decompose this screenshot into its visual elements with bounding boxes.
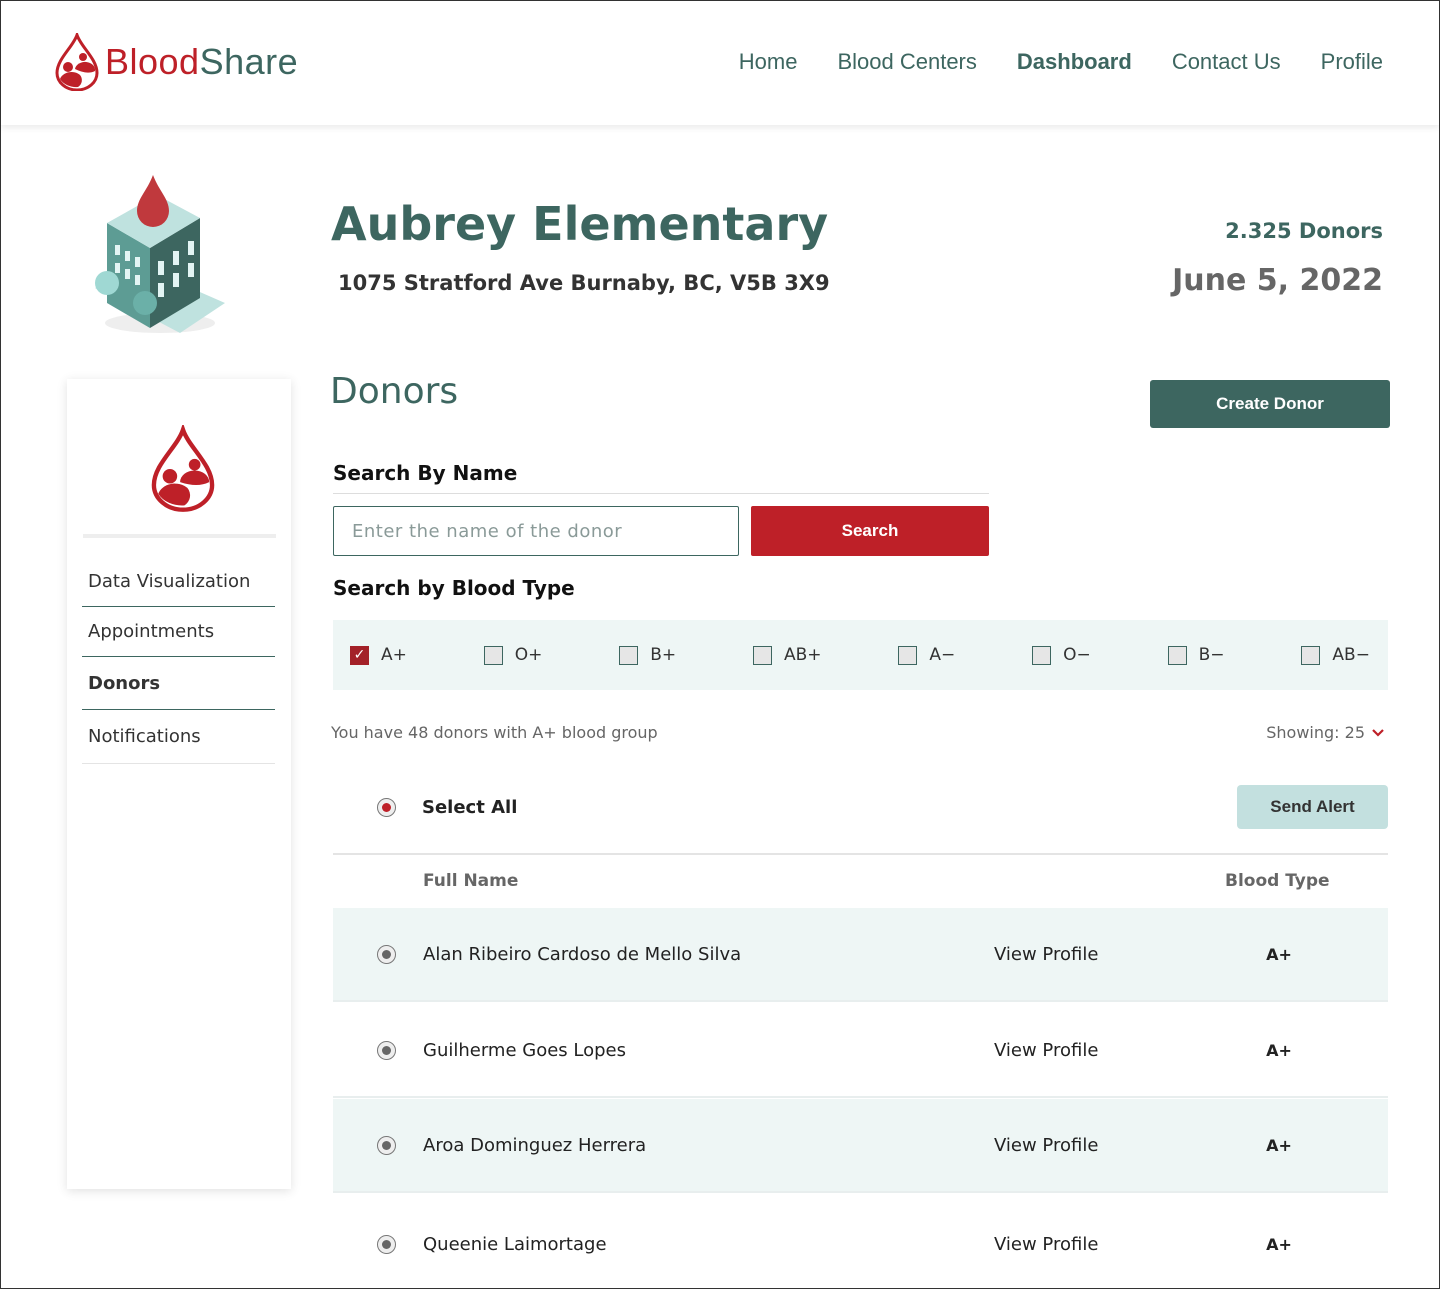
blood-type-o-neg[interactable]: O− (1032, 645, 1091, 665)
blood-type-o-pos[interactable]: O+ (483, 645, 542, 665)
sidebar-item-appointments[interactable]: Appointments (82, 607, 275, 657)
nav-contact-us[interactable]: Contact Us (1172, 49, 1281, 75)
blood-type: A+ (1266, 944, 1292, 964)
blood-type: A+ (1266, 1135, 1292, 1155)
nav-profile[interactable]: Profile (1321, 49, 1383, 75)
main-nav: Home Blood Centers Dashboard Contact Us … (739, 49, 1383, 75)
center-name: Aubrey Elementary (331, 197, 829, 251)
sidebar-item-donors[interactable]: Donors (82, 657, 275, 710)
sidebar-item-data-visualization[interactable]: Data Visualization (82, 557, 275, 607)
send-alert-button[interactable]: Send Alert (1237, 785, 1388, 829)
divider (333, 853, 1388, 855)
blood-type-ab-neg[interactable]: AB− (1301, 645, 1370, 665)
divider (333, 493, 989, 494)
chevron-down-icon (1372, 728, 1384, 737)
header: BloodShare Home Blood Centers Dashboard … (1, 1, 1439, 125)
table-row: Queenie Laimortage View Profile A+ (333, 1197, 1388, 1291)
donors-heading: Donors (330, 371, 459, 412)
search-button[interactable]: Search (751, 506, 989, 556)
blood-type-ab-pos[interactable]: AB+ (753, 645, 822, 665)
search-by-blood-type-heading: Search by Blood Type (333, 576, 575, 600)
row-radio[interactable] (377, 1234, 396, 1254)
table-row: Alan Ribeiro Cardoso de Mello Silva View … (333, 908, 1388, 1002)
checkbox[interactable] (483, 645, 503, 665)
donor-name: Queenie Laimortage (423, 1233, 607, 1255)
blood-type: A+ (1266, 1234, 1292, 1254)
checkbox[interactable] (898, 645, 918, 665)
view-profile-link[interactable]: View Profile (994, 1040, 1244, 1061)
view-profile-link[interactable]: View Profile (994, 1234, 1244, 1255)
donor-name: Alan Ribeiro Cardoso de Mello Silva (423, 943, 742, 965)
result-info: You have 48 donors with A+ blood group (331, 723, 658, 742)
blood-type-a-pos[interactable]: ✓ A+ (350, 645, 407, 665)
table-row: Aroa Dominguez Herrera View Profile A+ (333, 1099, 1388, 1193)
row-radio[interactable] (377, 1040, 396, 1060)
center-address: 1075 Stratford Ave Burnaby, BC, V5B 3X9 (338, 271, 830, 295)
create-donor-button[interactable]: Create Donor (1150, 380, 1390, 428)
donor-name: Guilherme Goes Lopes (423, 1039, 626, 1061)
column-header-full-name: Full Name (423, 871, 519, 891)
logo[interactable]: BloodShare (55, 33, 298, 91)
table-row: Guilherme Goes Lopes View Profile A+ (333, 1004, 1388, 1098)
row-radio[interactable] (377, 1135, 396, 1155)
showing-dropdown[interactable]: Showing: 25 (1266, 723, 1385, 742)
sidebar: Data Visualization Appointments Donors N… (67, 379, 291, 1189)
blood-type-filter: ✓ A+ O+ B+ AB+ A− O− B− AB− (333, 620, 1388, 690)
blood-type-b-pos[interactable]: B+ (619, 645, 676, 665)
row-radio[interactable] (377, 944, 396, 964)
checkbox[interactable] (1032, 645, 1052, 665)
view-profile-link[interactable]: View Profile (994, 944, 1244, 965)
divider (83, 534, 276, 538)
blood-type: A+ (1266, 1040, 1292, 1060)
date: June 5, 2022 (1172, 263, 1383, 298)
search-by-name-heading: Search By Name (333, 461, 518, 485)
donor-count: 2.325 Donors (1225, 219, 1383, 243)
donor-name: Aroa Dominguez Herrera (423, 1134, 647, 1156)
blood-type-b-neg[interactable]: B− (1167, 645, 1225, 665)
nav-blood-centers[interactable]: Blood Centers (837, 49, 976, 75)
select-all-radio[interactable] (377, 798, 396, 817)
building-icon (95, 175, 225, 333)
checkbox-checked[interactable]: ✓ (350, 645, 369, 665)
checkbox[interactable] (1301, 645, 1321, 665)
checkbox[interactable] (1167, 645, 1187, 665)
checkbox[interactable] (619, 645, 639, 665)
select-all[interactable]: Select All (377, 797, 517, 818)
donor-name-search-input[interactable] (333, 506, 739, 556)
checkbox[interactable] (753, 645, 772, 665)
nav-home[interactable]: Home (739, 49, 798, 75)
blood-drop-logo-icon (151, 425, 215, 512)
sidebar-item-notifications[interactable]: Notifications (82, 710, 275, 764)
blood-type-a-neg[interactable]: A− (898, 645, 955, 665)
column-header-blood-type: Blood Type (1225, 871, 1330, 891)
view-profile-link[interactable]: View Profile (994, 1135, 1244, 1156)
nav-dashboard[interactable]: Dashboard (1017, 49, 1132, 75)
blood-drop-logo-icon (55, 33, 99, 91)
logo-text: BloodShare (105, 41, 299, 82)
